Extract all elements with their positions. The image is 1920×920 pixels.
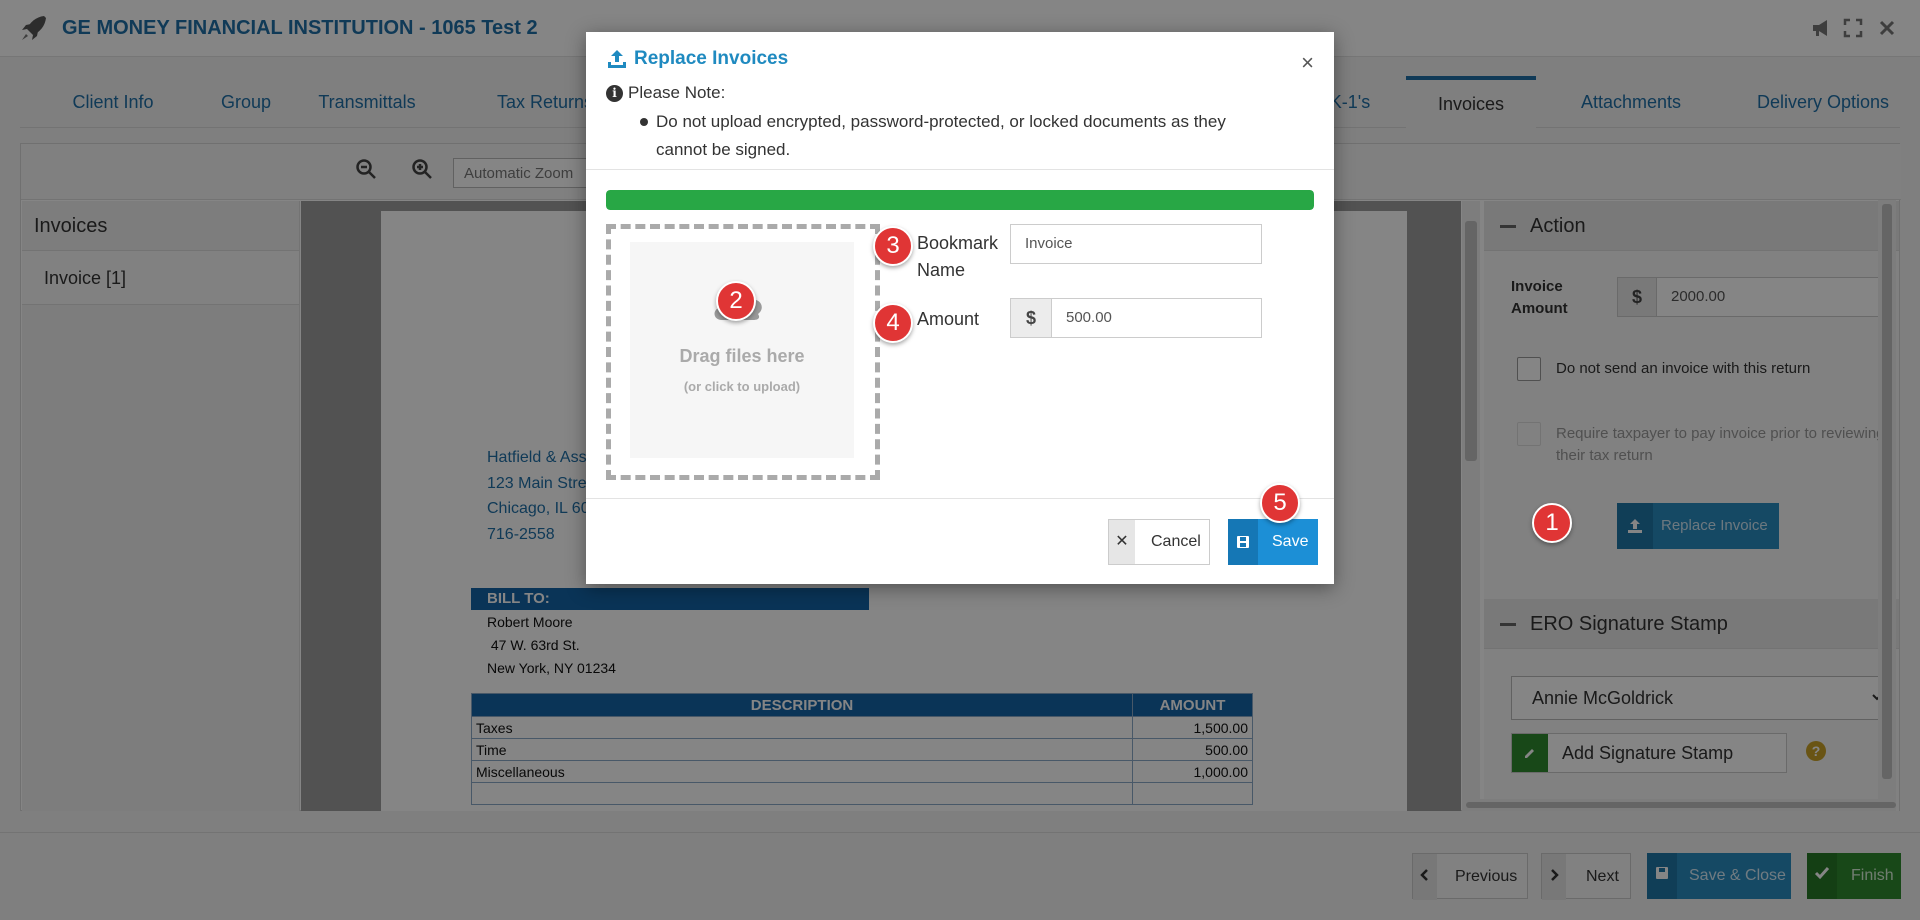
currency-addon: $ [1010, 298, 1052, 338]
step-marker-5: 5 [1260, 483, 1300, 523]
cancel-button[interactable]: ✕ Cancel [1108, 519, 1210, 565]
upload-progress-bar [606, 190, 1314, 210]
note-text: Do not upload encrypted, password-protec… [656, 112, 1226, 159]
cancel-label: Cancel [1151, 533, 1201, 550]
amount-input[interactable]: 500.00 [1051, 298, 1262, 338]
step-marker-2: 2 [716, 281, 756, 321]
dialog-title: Replace Invoices [634, 48, 789, 69]
save-label: Save [1272, 533, 1309, 550]
dropzone-title: Drag files here [679, 346, 805, 366]
divider [586, 498, 1334, 499]
save-button[interactable]: Save [1228, 519, 1318, 565]
upload-icon [608, 50, 626, 68]
bullet-icon [640, 118, 648, 126]
replace-invoices-dialog: Replace Invoices × i Please Note: Do not… [586, 32, 1334, 584]
step-marker-3: 3 [873, 226, 913, 266]
progress-fill [606, 190, 1314, 210]
close-icon[interactable]: × [1301, 50, 1314, 76]
info-icon: i [606, 85, 623, 102]
divider [586, 169, 1334, 170]
step-marker-4: 4 [873, 303, 913, 343]
amount-label: Amount [917, 309, 980, 329]
dropzone-inner[interactable]: Drag files here (or click to upload) [630, 242, 854, 458]
floppy-icon [1228, 519, 1258, 565]
file-dropzone[interactable]: Drag files here (or click to upload) [606, 224, 880, 480]
step-marker-1: 1 [1532, 503, 1572, 543]
dropzone-subtitle: (or click to upload) [683, 379, 801, 394]
bookmark-name-label: Bookmark Name [917, 233, 999, 280]
close-icon: ✕ [1109, 520, 1135, 564]
note-title: Please Note: [628, 83, 726, 102]
bookmark-name-input[interactable]: Invoice [1010, 224, 1262, 264]
